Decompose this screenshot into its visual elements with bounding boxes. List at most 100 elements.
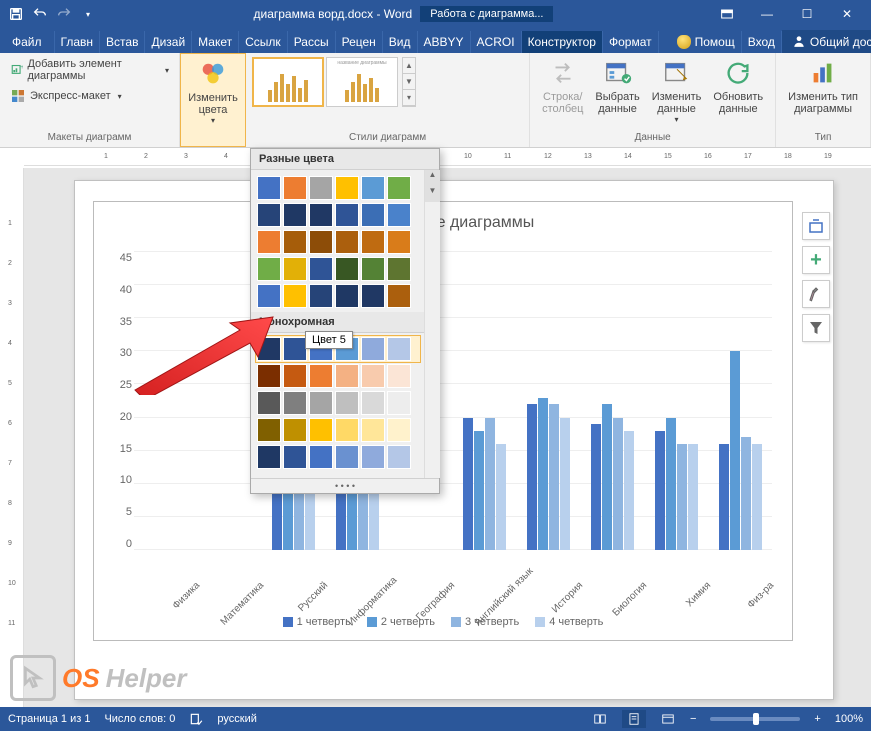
tab-view[interactable]: Вид bbox=[383, 31, 418, 53]
legend-item[interactable]: 2 четверть bbox=[367, 616, 435, 628]
bar[interactable] bbox=[463, 418, 473, 550]
color-scheme-row[interactable] bbox=[257, 391, 419, 415]
color-scheme-row[interactable] bbox=[257, 230, 419, 254]
zoom-thumb[interactable] bbox=[753, 713, 759, 725]
bar[interactable] bbox=[655, 431, 665, 550]
scroll-up[interactable]: ▲ bbox=[425, 170, 440, 186]
edit-data-button[interactable]: Изменить данные▾ bbox=[646, 55, 708, 126]
bar[interactable] bbox=[527, 404, 537, 550]
color-scheme-row[interactable] bbox=[257, 176, 419, 200]
dropdown-more[interactable]: • • • • bbox=[251, 478, 439, 493]
tab-home[interactable]: Главн bbox=[55, 31, 101, 53]
tab-references[interactable]: Ссылк bbox=[239, 31, 288, 53]
bar[interactable] bbox=[485, 418, 495, 550]
change-chart-type-button[interactable]: Изменить тип диаграммы bbox=[782, 55, 864, 117]
chart-styles-button[interactable] bbox=[802, 280, 830, 308]
zoom-in[interactable]: + bbox=[814, 713, 820, 725]
sign-in[interactable]: Вход bbox=[742, 31, 782, 53]
add-chart-element-button[interactable]: + Добавить элемент диаграммы▾ bbox=[4, 55, 175, 85]
status-word-count[interactable]: Число слов: 0 bbox=[104, 713, 175, 725]
chart-title[interactable]: Название диаграммы bbox=[94, 202, 792, 232]
window-minimize[interactable]: — bbox=[747, 0, 787, 28]
bar[interactable] bbox=[624, 431, 634, 550]
bar[interactable] bbox=[613, 418, 623, 550]
quick-layout-button[interactable]: Экспресс-макет▾ bbox=[4, 85, 175, 107]
select-data-button[interactable]: Выбрать данные bbox=[589, 55, 645, 126]
bar-group[interactable] bbox=[648, 252, 705, 550]
horizontal-ruler[interactable]: 12345678910111213141516171819 bbox=[24, 148, 871, 166]
color-scheme-row[interactable] bbox=[257, 364, 419, 388]
tab-acrobat[interactable]: ACROI bbox=[471, 31, 522, 53]
refresh-data-button[interactable]: Обновить данные bbox=[707, 55, 769, 126]
qat-customize-button[interactable]: ▾ bbox=[76, 2, 100, 26]
bar[interactable] bbox=[560, 418, 570, 550]
color-scheme-row[interactable] bbox=[257, 203, 419, 227]
switch-row-col-button[interactable]: Строка/ столбец bbox=[536, 55, 589, 126]
bar[interactable] bbox=[496, 444, 506, 550]
tell-me[interactable]: Помощ bbox=[671, 31, 742, 53]
tab-format[interactable]: Формат bbox=[603, 31, 659, 53]
bar-group[interactable] bbox=[584, 252, 641, 550]
view-print-layout[interactable] bbox=[622, 710, 646, 728]
bar[interactable] bbox=[474, 431, 484, 550]
bar-group[interactable] bbox=[711, 252, 768, 550]
bar[interactable] bbox=[591, 424, 601, 550]
tab-constructor[interactable]: Конструктор bbox=[522, 31, 603, 53]
tab-mailings[interactable]: Рассы bbox=[288, 31, 336, 53]
gallery-scroll-down[interactable]: ▼ bbox=[403, 74, 415, 90]
bar-group[interactable] bbox=[520, 252, 577, 550]
color-scheme-row[interactable] bbox=[257, 257, 419, 281]
tab-file[interactable]: Файл bbox=[0, 31, 55, 53]
bar[interactable] bbox=[741, 437, 751, 550]
chart-legend[interactable]: 1 четверть 2 четверть 3 четверть 4 четверть bbox=[94, 616, 792, 628]
bar[interactable] bbox=[677, 444, 687, 550]
ribbon-display-options[interactable] bbox=[707, 0, 747, 28]
bar-group[interactable] bbox=[137, 252, 194, 550]
view-web-layout[interactable] bbox=[660, 712, 676, 726]
color-scheme-row[interactable] bbox=[257, 418, 419, 442]
chart-style-1[interactable] bbox=[252, 57, 324, 107]
status-language[interactable]: русский bbox=[217, 713, 256, 725]
bar[interactable] bbox=[719, 444, 729, 550]
bar[interactable] bbox=[730, 351, 740, 550]
tab-insert[interactable]: Встав bbox=[100, 31, 145, 53]
tab-review[interactable]: Рецен bbox=[336, 31, 383, 53]
chart-elements-button[interactable]: + bbox=[802, 246, 830, 274]
tab-design[interactable]: Дизай bbox=[145, 31, 192, 53]
qat-redo-button[interactable] bbox=[52, 2, 76, 26]
window-close[interactable]: ✕ bbox=[827, 0, 867, 28]
scroll-down[interactable]: ▼ bbox=[425, 186, 440, 202]
color-scheme-row[interactable] bbox=[257, 445, 419, 469]
bar[interactable] bbox=[538, 398, 548, 550]
legend-item[interactable]: 1 четверть bbox=[283, 616, 351, 628]
tab-layout[interactable]: Макет bbox=[192, 31, 239, 53]
chart-styles-gallery[interactable]: название диаграммы ▲ ▼ ▾ bbox=[250, 55, 525, 109]
legend-item[interactable]: 4 четверть bbox=[535, 616, 603, 628]
change-colors-button[interactable]: Изменить цвета▾ bbox=[182, 56, 244, 127]
chart-object[interactable]: Название диаграммы 051015202530354045 Фи… bbox=[93, 201, 793, 641]
qat-save-button[interactable] bbox=[4, 2, 28, 26]
dropdown-scrollbar[interactable]: ▲ ▼ bbox=[424, 170, 440, 478]
zoom-level[interactable]: 100% bbox=[835, 713, 863, 725]
gallery-expand[interactable]: ▾ bbox=[403, 90, 415, 106]
status-page[interactable]: Страница 1 из 1 bbox=[8, 713, 90, 725]
document-area[interactable]: Название диаграммы 051015202530354045 Фи… bbox=[24, 168, 871, 707]
qat-undo-button[interactable] bbox=[28, 2, 52, 26]
tab-abbyy[interactable]: ABBYY bbox=[418, 31, 471, 53]
legend-item[interactable]: 3 четверть bbox=[451, 616, 519, 628]
bar[interactable] bbox=[666, 418, 676, 550]
bar[interactable] bbox=[549, 404, 559, 550]
gallery-scroll-up[interactable]: ▲ bbox=[403, 58, 415, 74]
zoom-out[interactable]: − bbox=[690, 713, 696, 725]
status-spellcheck-icon[interactable] bbox=[189, 712, 203, 726]
zoom-slider[interactable] bbox=[710, 717, 800, 721]
view-read-mode[interactable] bbox=[592, 712, 608, 726]
chart-filters-button[interactable] bbox=[802, 314, 830, 342]
chart-layout-options[interactable] bbox=[802, 212, 830, 240]
bar[interactable] bbox=[752, 444, 762, 550]
vertical-ruler[interactable]: 1234567891011 bbox=[0, 168, 24, 707]
color-scheme-row[interactable] bbox=[257, 284, 419, 308]
bar[interactable] bbox=[602, 404, 612, 550]
share-button[interactable]: Общий доступ bbox=[782, 30, 871, 53]
window-restore[interactable]: ☐ bbox=[787, 0, 827, 28]
